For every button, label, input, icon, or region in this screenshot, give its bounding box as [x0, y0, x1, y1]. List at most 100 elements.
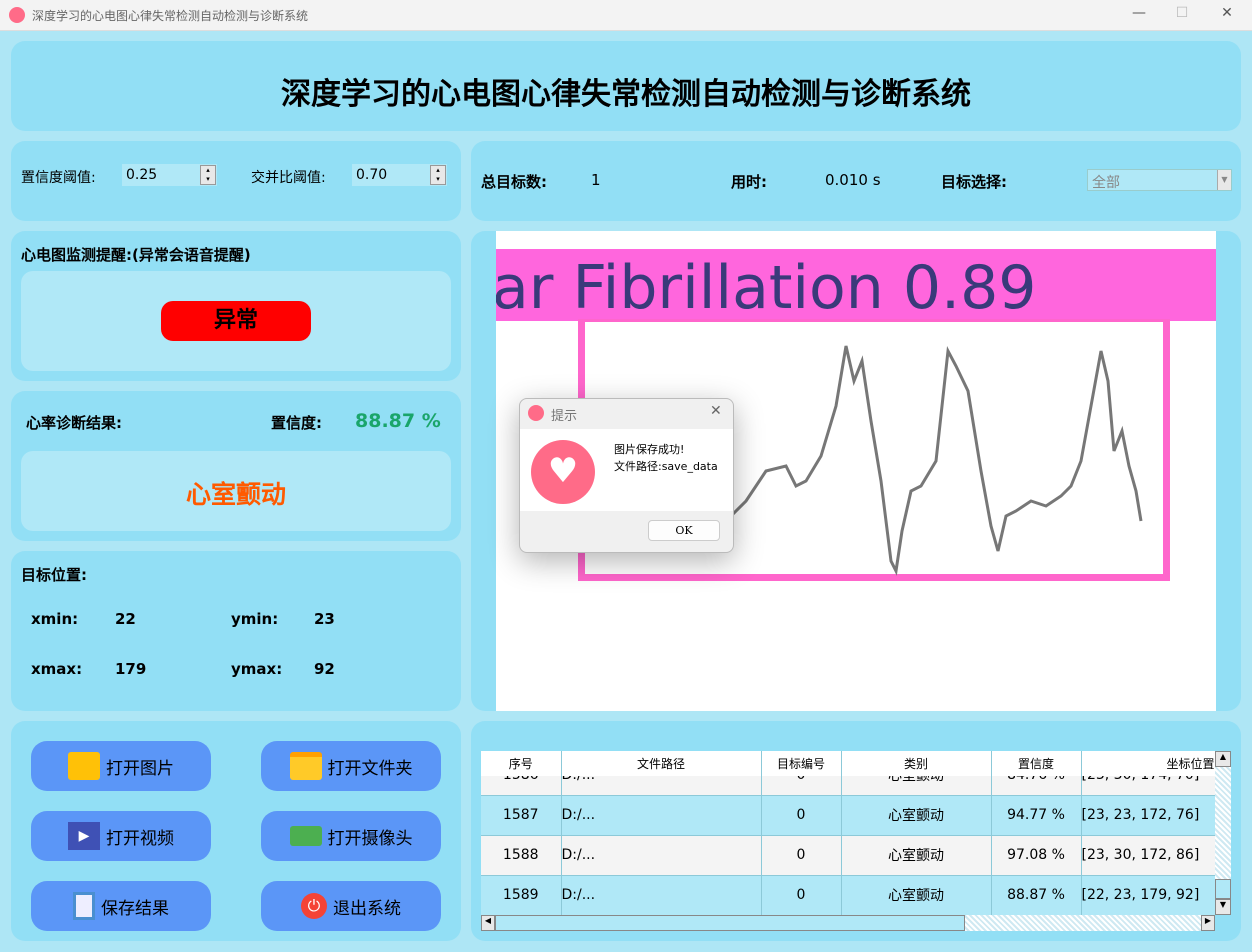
table-row[interactable]: 1587 D:/... 0 心室颤动 94.77 % [23, 23, 172, 76]	[481, 795, 1215, 836]
row-confidence: 88.87 %	[991, 875, 1082, 915]
dialog-message: 图片保存成功! 文件路径:save_data	[614, 441, 718, 475]
stats-panel: 总目标数: 1 用时: 0.010 s 目标选择: 全部 ▼	[471, 141, 1241, 221]
col-confidence[interactable]: 置信度	[991, 751, 1082, 777]
row-target-id: 0	[761, 795, 842, 836]
save-icon	[73, 892, 95, 920]
maximize-button[interactable]: ☐	[1167, 5, 1197, 21]
col-index[interactable]: 序号	[481, 751, 562, 777]
row-target-id: 0	[761, 776, 842, 796]
video-icon: ▶	[68, 822, 100, 850]
col-class[interactable]: 类别	[841, 751, 992, 777]
image-icon	[68, 752, 100, 780]
scroll-down-arrow[interactable]: ▼	[1215, 899, 1231, 915]
open-image-label: 打开图片	[106, 758, 174, 779]
conf-threshold-label: 置信度阈值:	[21, 170, 96, 186]
alert-panel: 心电图监测提醒:(异常会语音提醒) 异常	[11, 231, 461, 381]
row-confidence: 94.77 %	[991, 795, 1082, 836]
row-class: 心室颤动	[841, 776, 992, 796]
row-target-id: 0	[761, 835, 842, 876]
conf-spin-buttons[interactable]: ▴ ▾	[200, 165, 216, 185]
save-button[interactable]: 保存结果	[31, 881, 211, 931]
table-row[interactable]: 1586D:/...0心室颤动84.76 %[23, 30, 174, 70]	[481, 776, 1215, 796]
confidence-value: 88.87 %	[355, 410, 441, 432]
scroll-left-arrow[interactable]: ◀	[481, 915, 495, 931]
ymax-label: ymax:	[231, 660, 283, 678]
row-path: D:/...	[561, 835, 762, 876]
power-icon: ⏻	[301, 893, 327, 919]
row-path: D:/...	[561, 875, 762, 915]
ymax-value: 92	[314, 660, 335, 678]
row-index: 1589	[481, 875, 562, 915]
message-dialog: 提示 ✕ ♥ 图片保存成功! 文件路径:save_data OK	[519, 398, 734, 553]
col-path[interactable]: 文件路径	[561, 751, 762, 777]
xmin-value: 22	[115, 610, 136, 628]
time-label: 用时:	[731, 173, 767, 191]
vertical-scrollbar[interactable]: ▲ ▼	[1215, 751, 1231, 915]
chevron-down-icon: ▼	[1217, 170, 1231, 190]
row-target-id: 0	[761, 875, 842, 915]
dialog-line-1: 图片保存成功!	[614, 443, 685, 456]
row-confidence: 97.08 %	[991, 835, 1082, 876]
xmin-label: xmin:	[31, 610, 79, 628]
alert-box: 异常	[21, 271, 451, 371]
table-header: 序号 文件路径 目标编号 类别 置信度 坐标位置	[481, 751, 1215, 777]
xmax-label: xmax:	[31, 660, 83, 678]
horizontal-scroll-thumb[interactable]	[495, 915, 965, 931]
position-panel: 目标位置: xmin: 22 ymin: 23 xmax: 179 ymax: …	[11, 551, 461, 711]
row-bbox: [23, 30, 172, 86]	[1081, 835, 1215, 876]
row-class: 心室颤动	[841, 875, 992, 915]
row-class: 心室颤动	[841, 835, 992, 876]
dialog-body: ♥ 图片保存成功! 文件路径:save_data	[520, 429, 733, 511]
diagnosis-result-box: 心室颤动	[21, 451, 451, 531]
diagnosis-label: 心率诊断结果:	[26, 414, 122, 432]
ok-button[interactable]: OK	[648, 520, 720, 541]
row-path: D:/...	[561, 795, 762, 836]
col-target-id[interactable]: 目标编号	[761, 751, 842, 777]
iou-spin-buttons[interactable]: ▴ ▾	[430, 165, 446, 185]
folder-icon	[289, 752, 322, 780]
dialog-line-2: 文件路径:save_data	[614, 460, 718, 473]
row-index: 1588	[481, 835, 562, 876]
horizontal-scrollbar[interactable]: ◀ ▶	[481, 915, 1215, 931]
alert-title: 心电图监测提醒:(异常会语音提醒)	[21, 246, 251, 264]
row-class: 心室颤动	[841, 795, 992, 836]
exit-button[interactable]: ⏻ 退出系统	[261, 881, 441, 931]
buttons-panel: 打开图片 打开文件夹 ▶ 打开视频 打开摄像头 保存结果 ⏻ 退出系统	[11, 721, 461, 941]
ymin-label: ymin:	[231, 610, 279, 628]
close-button[interactable]: ✕	[1212, 5, 1242, 21]
total-targets-value: 1	[591, 171, 601, 189]
target-select-value: 全部	[1092, 175, 1120, 191]
row-confidence: 84.76 %	[991, 776, 1082, 796]
ymin-value: 23	[314, 610, 335, 628]
open-video-button[interactable]: ▶ 打开视频	[31, 811, 211, 861]
window-title: 深度学习的心电图心律失常检测自动检测与诊断系统	[32, 9, 309, 23]
open-camera-label: 打开摄像头	[327, 828, 413, 849]
header-panel: 深度学习的心电图心律失常检测自动检测与诊断系统	[11, 41, 1241, 131]
table-row[interactable]: 1589 D:/... 0 心室颤动 88.87 % [22, 23, 179, 92]	[481, 875, 1215, 915]
exit-label: 退出系统	[333, 898, 401, 919]
params-panel: 置信度阈值: 0.25 ▴ ▾ 交并比阈值: 0.70 ▴ ▾	[11, 141, 461, 221]
row-path: D:/...	[561, 776, 762, 796]
row-index: 1586	[481, 776, 562, 796]
xmax-value: 179	[115, 660, 147, 678]
title-bar: 深度学习的心电图心律失常检测自动检测与诊断系统 — ☐ ✕	[0, 0, 1252, 31]
row-bbox: [22, 23, 179, 92]	[1081, 875, 1215, 915]
diagnosis-result: 心室颤动	[185, 480, 286, 509]
open-video-label: 打开视频	[106, 828, 174, 849]
col-bbox[interactable]: 坐标位置	[1081, 751, 1215, 777]
app-heart-icon	[9, 7, 25, 23]
table-row[interactable]: 1588 D:/... 0 心室颤动 97.08 % [23, 30, 172, 86]	[481, 835, 1215, 876]
open-camera-button[interactable]: 打开摄像头	[261, 811, 441, 861]
results-panel: 序号 文件路径 目标编号 类别 置信度 坐标位置 1586D:/...0心室颤动…	[471, 721, 1241, 941]
target-select-dropdown[interactable]: 全部 ▼	[1087, 169, 1232, 191]
row-bbox: [23, 30, 174, 70]	[1081, 776, 1215, 796]
scroll-up-arrow[interactable]: ▲	[1215, 751, 1231, 767]
minimize-button[interactable]: —	[1124, 5, 1154, 21]
dialog-close-button[interactable]: ✕	[710, 403, 722, 419]
scroll-right-arrow[interactable]: ▶	[1201, 915, 1215, 931]
open-image-button[interactable]: 打开图片	[31, 741, 211, 791]
time-value: 0.010 s	[825, 171, 881, 189]
open-folder-button[interactable]: 打开文件夹	[261, 741, 441, 791]
dialog-heart-icon	[528, 405, 544, 421]
vertical-scroll-thumb[interactable]	[1215, 879, 1231, 899]
